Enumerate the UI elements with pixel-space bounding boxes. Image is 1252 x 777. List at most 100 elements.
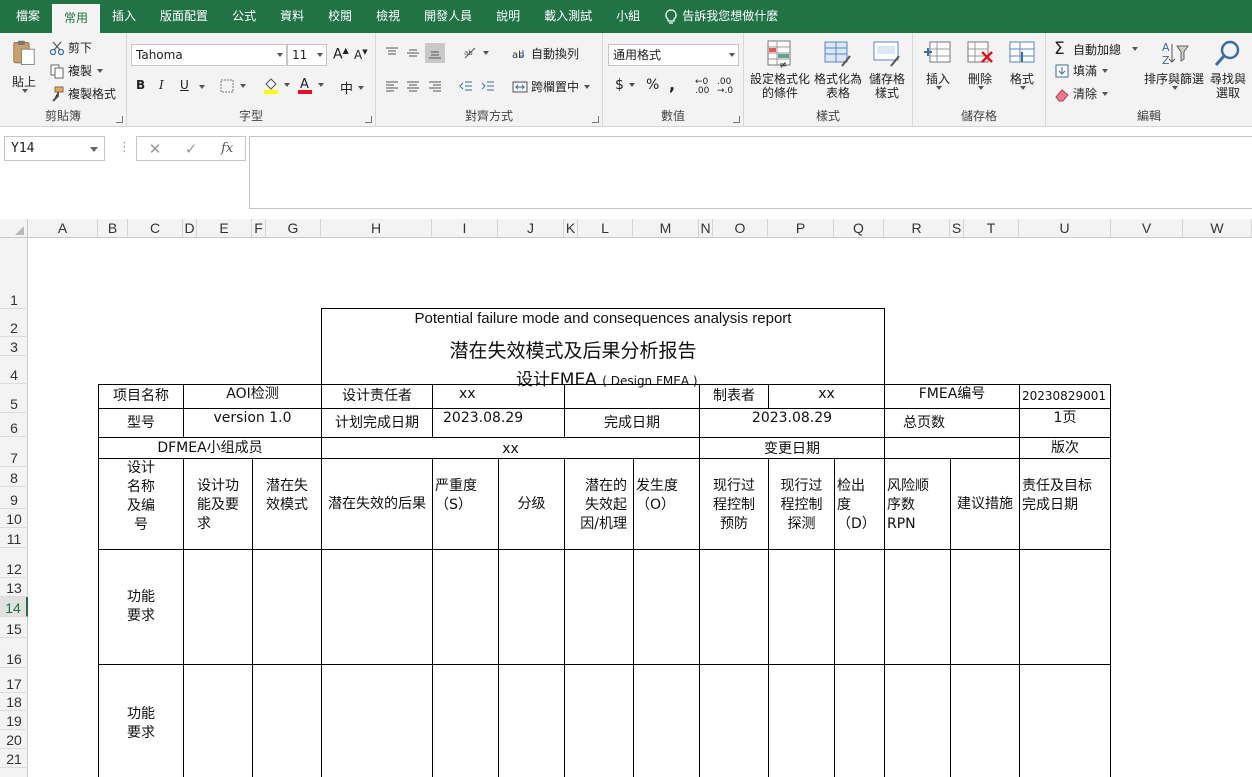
dialog-launcher-icon[interactable]: [733, 116, 740, 123]
body-row-2-cell[interactable]: [884, 664, 951, 777]
tab-formulas[interactable]: 公式: [220, 0, 268, 33]
chevron-down-icon[interactable]: [22, 89, 28, 93]
more-options-icon[interactable]: ⋮: [118, 140, 131, 155]
tab-file[interactable]: 檔案: [4, 0, 52, 33]
underline-button[interactable]: U: [180, 78, 189, 92]
total-pages-label[interactable]: 总页数: [884, 408, 1020, 438]
fx-icon[interactable]: fx: [221, 141, 233, 156]
insert-cells-button[interactable]: 插入: [919, 38, 957, 90]
conditional-format-button[interactable]: ≠ 設定格式化的條件: [748, 38, 812, 100]
chevron-down-icon[interactable]: [199, 85, 205, 89]
header-rpn[interactable]: 风险顺 序数 RPN: [884, 458, 951, 550]
cancel-icon[interactable]: ✕: [149, 140, 162, 158]
body-row-2-cell[interactable]: [432, 664, 499, 777]
body-row-1-cell[interactable]: [321, 549, 433, 665]
align-right-button[interactable]: [427, 78, 443, 94]
tab-home[interactable]: 常用: [52, 4, 101, 33]
increase-decimal-button[interactable]: ←0.00: [695, 78, 709, 96]
format-as-table-button[interactable]: 格式化為表格: [812, 38, 864, 100]
fill-button[interactable]: 填滿: [1054, 62, 1109, 79]
format-cells-button[interactable]: 格式: [1003, 38, 1041, 90]
body-row-2-cell[interactable]: [834, 664, 885, 777]
chevron-down-icon[interactable]: [97, 68, 104, 73]
tab-insert[interactable]: 插入: [100, 0, 148, 33]
cut-button[interactable]: 剪下: [49, 39, 92, 56]
find-select-button[interactable]: 尋找與選取: [1206, 38, 1250, 100]
tab-review[interactable]: 校閱: [316, 0, 364, 33]
format-painter-button[interactable]: 複製格式: [49, 85, 116, 102]
body-row-2-cell[interactable]: [564, 664, 634, 777]
body-row-2-item[interactable]: 功能 要求: [98, 664, 184, 777]
dialog-launcher-icon[interactable]: [365, 116, 372, 123]
formula-input[interactable]: [249, 136, 1252, 209]
font-color-button[interactable]: A: [297, 76, 324, 94]
copy-button[interactable]: 複製: [49, 62, 104, 79]
tab-page-layout[interactable]: 版面配置: [148, 0, 220, 33]
header-detection[interactable]: 检出 度 （D）: [834, 458, 885, 550]
italic-button[interactable]: I: [159, 78, 164, 92]
design-owner-label[interactable]: 设计责任者: [321, 384, 433, 409]
header-cause[interactable]: 潜在的 失效起 因/机理: [564, 458, 634, 550]
done-date-label[interactable]: 完成日期: [564, 408, 700, 438]
header-detection-control[interactable]: 现行过 程控制 探测: [768, 458, 835, 550]
body-row-1-cell[interactable]: [633, 549, 700, 665]
increase-font-button[interactable]: A▲: [333, 46, 349, 63]
body-row-2-cell[interactable]: [1019, 664, 1111, 777]
body-row-1-cell[interactable]: [432, 549, 499, 665]
dialog-launcher-icon[interactable]: [592, 116, 599, 123]
team-label[interactable]: DFMEA小组成员: [98, 437, 322, 459]
align-middle-button[interactable]: [405, 45, 421, 61]
body-row-1-item[interactable]: 功能 要求: [98, 549, 184, 665]
decrease-indent-button[interactable]: [458, 78, 474, 94]
body-row-2-cell[interactable]: [950, 664, 1020, 777]
worksheet-grid[interactable]: ABCDEFGHIJKLMNOPQRSTUVW 1 2 3 4 5 6 7 8 9 10 11 12 1…: [0, 209, 1252, 777]
align-top-button[interactable]: [384, 45, 400, 61]
comma-button[interactable]: ,: [669, 75, 675, 94]
align-left-button[interactable]: [384, 78, 400, 94]
align-center-button[interactable]: [405, 78, 421, 94]
header-owner[interactable]: 责任及目标 完成日期: [1019, 458, 1111, 550]
decrease-decimal-button[interactable]: .00 →.0: [717, 78, 733, 96]
plan-date-label[interactable]: 计划完成日期: [321, 408, 433, 438]
tab-developer[interactable]: 開發人員: [412, 0, 484, 33]
body-row-1-cell[interactable]: [768, 549, 835, 665]
body-row-1-cell[interactable]: [564, 549, 634, 665]
plan-date-value[interactable]: 2023.08.29: [432, 408, 565, 438]
maker-label[interactable]: 制表者: [699, 384, 769, 409]
project-name-label[interactable]: 项目名称: [98, 384, 184, 409]
design-owner-value[interactable]: xx: [432, 384, 565, 409]
wrap-text-button[interactable]: ab 自動換列: [512, 45, 579, 62]
change-date-label[interactable]: 变更日期: [699, 437, 885, 459]
fmea-no-value[interactable]: 20230829001: [1019, 384, 1111, 409]
body-row-2-cell[interactable]: [183, 664, 253, 777]
body-row-2-cell[interactable]: [252, 664, 322, 777]
number-format-combo[interactable]: 通用格式: [608, 44, 739, 66]
enter-icon[interactable]: ✓: [185, 140, 198, 158]
blank-cell-r7[interactable]: [884, 437, 1020, 459]
decrease-font-button[interactable]: A▼: [354, 48, 368, 62]
body-row-1-cell[interactable]: [699, 549, 769, 665]
body-row-1-cell[interactable]: [183, 549, 253, 665]
header-occurrence[interactable]: 发生度 （O）: [633, 458, 700, 550]
currency-button[interactable]: $: [615, 77, 635, 93]
tab-data[interactable]: 資料: [268, 0, 316, 33]
version-label[interactable]: 版次: [1019, 437, 1111, 459]
body-row-1-cell[interactable]: [1019, 549, 1111, 665]
chevron-down-icon[interactable]: [90, 147, 98, 152]
body-row-2-cell[interactable]: [498, 664, 565, 777]
model-value[interactable]: version 1.0: [183, 408, 322, 438]
body-row-1-cell[interactable]: [950, 549, 1020, 665]
maker-value[interactable]: xx: [768, 384, 885, 409]
name-box[interactable]: Y14: [4, 136, 105, 161]
tab-team[interactable]: 小組: [604, 0, 652, 33]
model-label[interactable]: 型号: [98, 408, 184, 438]
autosum-button[interactable]: Σ 自動加總: [1054, 39, 1139, 59]
dialog-launcher-icon[interactable]: [116, 116, 123, 123]
body-row-2-cell[interactable]: [633, 664, 700, 777]
body-row-2-cell[interactable]: [768, 664, 835, 777]
merge-center-button[interactable]: 跨欄置中: [512, 78, 591, 95]
header-function[interactable]: 设计功 能及要 求: [183, 458, 253, 550]
tell-me-search[interactable]: 告訴我您想做什麼: [652, 0, 790, 33]
header-prevention[interactable]: 现行过 程控制 预防: [699, 458, 769, 550]
body-row-1-cell[interactable]: [498, 549, 565, 665]
